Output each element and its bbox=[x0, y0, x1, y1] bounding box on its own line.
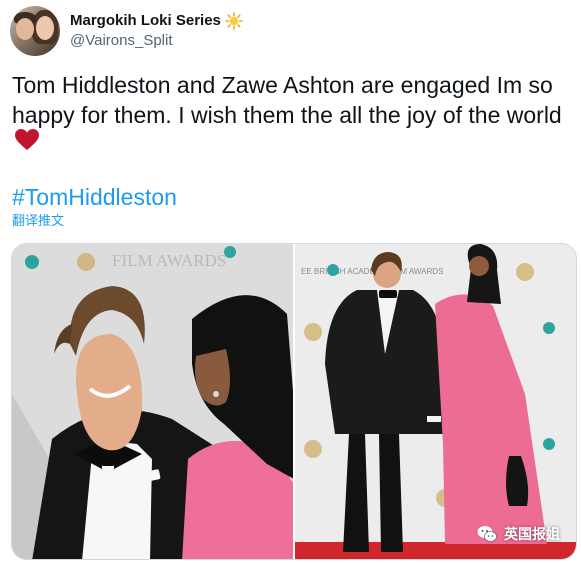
sun-icon bbox=[225, 12, 243, 30]
avatar[interactable] bbox=[10, 6, 60, 56]
user-handle[interactable]: @Vairons_Split bbox=[70, 31, 243, 51]
tweet-text: Tom Hiddleston and Zawe Ashton are engag… bbox=[12, 72, 562, 128]
author-block: Margokih Loki Series @Vairons_Split bbox=[70, 11, 243, 51]
watermark: 英国报姐 bbox=[476, 523, 560, 545]
hashtag-link[interactable]: #TomHiddleston bbox=[12, 182, 177, 212]
watermark-text: 英国报姐 bbox=[504, 526, 560, 542]
tweet-header: Margokih Loki Series @Vairons_Split bbox=[10, 6, 243, 56]
photo-closeup[interactable]: FILM AWARDS bbox=[12, 244, 293, 559]
photo-full-length-illustration: EE BRITISH ACADEMY FILM AWARDS bbox=[295, 244, 576, 559]
display-name-row[interactable]: Margokih Loki Series bbox=[70, 11, 243, 31]
wechat-icon bbox=[477, 526, 497, 542]
photo-full-length[interactable]: EE BRITISH ACADEMY FILM AWARDS bbox=[295, 244, 576, 559]
backdrop-text-left: FILM AWARDS bbox=[112, 251, 226, 270]
display-name[interactable]: Margokih Loki Series bbox=[70, 11, 221, 31]
heart-icon bbox=[15, 129, 39, 150]
translate-tweet-link[interactable]: 翻译推文 bbox=[12, 212, 64, 230]
media-gallery[interactable]: FILM AWARDS EE BRITISH ACADEMY bbox=[11, 243, 577, 560]
photo-closeup-illustration: FILM AWARDS bbox=[12, 244, 293, 559]
